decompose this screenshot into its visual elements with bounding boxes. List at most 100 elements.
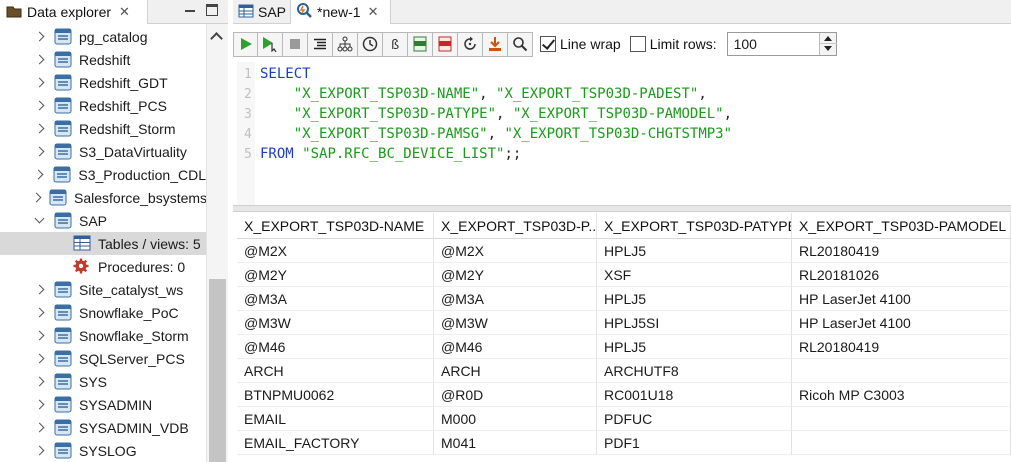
table-row[interactable]: @M2Y @M2Y XSF RL20181026 <box>237 263 1011 287</box>
spinner-up-icon[interactable] <box>823 36 832 41</box>
find-button[interactable] <box>508 31 533 57</box>
column-header[interactable]: X_EXPORT_TSP03D-PATYPE <box>597 213 792 239</box>
table-cell[interactable] <box>792 359 1011 383</box>
table-cell[interactable]: ARCH <box>237 359 434 383</box>
table-cell[interactable]: PDFUC <box>597 407 792 431</box>
chevron-right-icon[interactable] <box>33 370 45 393</box>
table-cell[interactable]: @M2X <box>434 239 597 263</box>
chevron-down-icon[interactable] <box>33 209 45 232</box>
table-cell[interactable]: RL20180419 <box>792 335 1011 359</box>
table-row[interactable]: EMAIL_FACTORY M041 PDF1 <box>237 431 1011 455</box>
tree-item-datasource[interactable]: S3_DataVirtuality <box>0 140 206 163</box>
tree-scrollbar[interactable] <box>206 24 228 462</box>
spinner-buttons[interactable] <box>818 33 837 55</box>
chevron-right-icon[interactable] <box>33 416 45 439</box>
tree-item-datasource[interactable]: SYSADMIN <box>0 393 206 416</box>
table-cell[interactable]: EMAIL <box>237 407 434 431</box>
run-step-button[interactable] <box>258 31 283 57</box>
tree-child-item[interactable]: Procedures: 0 <box>0 255 206 278</box>
limit-rows-checkbox[interactable] <box>629 36 646 52</box>
limit-rows-toggle[interactable]: Limit rows: <box>629 36 717 52</box>
export-xls-button[interactable] <box>433 31 458 57</box>
table-cell[interactable]: @M3A <box>434 287 597 311</box>
chevron-right-icon[interactable] <box>33 439 45 462</box>
chevron-right-icon[interactable] <box>33 186 40 209</box>
tree-item-datasource[interactable]: SYSLOG <box>0 439 206 462</box>
history-button[interactable] <box>358 31 383 57</box>
table-row[interactable]: @M46 @M46 HPLJ5 RL20180419 <box>237 335 1011 359</box>
chevron-right-icon[interactable] <box>33 71 45 94</box>
parameters-button[interactable]: ß <box>383 31 408 57</box>
line-wrap-checkbox[interactable] <box>540 36 556 52</box>
close-icon[interactable]: ✕ <box>368 4 379 20</box>
tree-item-datasource[interactable]: SAP <box>0 209 206 232</box>
chevron-right-icon[interactable] <box>33 94 45 117</box>
table-cell[interactable]: Ricoh MP C3003 <box>792 383 1011 407</box>
spinner-down-icon[interactable] <box>823 46 832 51</box>
run-button[interactable] <box>233 31 258 57</box>
table-row[interactable]: ARCH ARCH ARCHUTF8 <box>237 359 1011 383</box>
table-cell[interactable]: HP LaserJet 4100 <box>792 287 1011 311</box>
table-cell[interactable] <box>792 431 1011 455</box>
tree-item-datasource[interactable]: SYSADMIN_VDB <box>0 416 206 439</box>
chevron-right-icon[interactable] <box>33 140 45 163</box>
scrollbar-thumb[interactable] <box>209 279 226 462</box>
chevron-right-icon[interactable] <box>33 347 45 370</box>
chevron-right-icon[interactable] <box>33 163 44 186</box>
tab-sap[interactable]: SAP <box>233 0 291 24</box>
tree-item-datasource[interactable]: Snowflake_PoC <box>0 301 206 324</box>
chevron-right-icon[interactable] <box>33 301 45 324</box>
table-cell[interactable]: HPLJ5 <box>597 239 792 263</box>
table-cell[interactable]: EMAIL_FACTORY <box>237 431 434 455</box>
table-cell[interactable]: M041 <box>434 431 597 455</box>
tree-item-datasource[interactable]: Redshift_Storm <box>0 117 206 140</box>
table-row[interactable]: @M3A @M3A HPLJ5 HP LaserJet 4100 <box>237 287 1011 311</box>
editor-results-splitter[interactable] <box>233 205 1011 212</box>
chevron-right-icon[interactable] <box>33 278 45 301</box>
refresh-button[interactable] <box>458 31 483 57</box>
format-button[interactable] <box>308 31 333 57</box>
line-wrap-toggle[interactable]: Line wrap <box>540 36 621 52</box>
table-cell[interactable]: HP LaserJet 4100 <box>792 311 1011 335</box>
table-cell[interactable]: ARCHUTF8 <box>597 359 792 383</box>
explain-plan-button[interactable] <box>333 31 358 57</box>
table-cell[interactable]: @M2X <box>237 239 434 263</box>
stop-button[interactable] <box>283 31 308 57</box>
table-cell[interactable]: @M3A <box>237 287 434 311</box>
tree-item-datasource[interactable]: SYS <box>0 370 206 393</box>
chevron-right-icon[interactable] <box>33 48 45 71</box>
table-row[interactable]: @M3W @M3W HPLJ5SI HP LaserJet 4100 <box>237 311 1011 335</box>
chevron-right-icon[interactable] <box>33 25 45 48</box>
sql-code-editor[interactable]: 1 SELECT 2 "X_EXPORT_TSP03D-NAME", "X_EXPO… <box>237 62 1011 205</box>
table-cell[interactable]: RL20181026 <box>792 263 1011 287</box>
table-cell[interactable]: @R0D <box>434 383 597 407</box>
table-cell[interactable]: PDF1 <box>597 431 792 455</box>
close-icon[interactable]: ✕ <box>119 4 130 20</box>
table-cell[interactable]: XSF <box>597 263 792 287</box>
table-cell[interactable]: @M46 <box>237 335 434 359</box>
tab-data-explorer[interactable]: Data explorer ✕ <box>0 0 148 24</box>
tab-new-1[interactable]: *new-1 ✕ <box>291 0 391 24</box>
table-cell[interactable]: M000 <box>434 407 597 431</box>
chevron-right-icon[interactable] <box>33 324 45 347</box>
table-cell[interactable]: ARCH <box>434 359 597 383</box>
chevron-right-icon[interactable] <box>33 393 45 416</box>
tree-item-datasource[interactable]: Redshift_GDT <box>0 71 206 94</box>
table-row[interactable]: EMAIL M000 PDFUC <box>237 407 1011 431</box>
tree-item-datasource[interactable]: Redshift_PCS <box>0 94 206 117</box>
table-row[interactable]: @M2X @M2X HPLJ5 RL20180419 <box>237 239 1011 263</box>
export-csv-button[interactable] <box>408 31 433 57</box>
table-cell[interactable]: RC001U18 <box>597 383 792 407</box>
table-cell[interactable]: HPLJ5 <box>597 335 792 359</box>
tree-item-datasource[interactable]: SQLServer_PCS <box>0 347 206 370</box>
tree-item-datasource[interactable]: S3_Production_CDL <box>0 163 206 186</box>
column-header[interactable]: X_EXPORT_TSP03D-NAME <box>237 213 434 239</box>
tree-item-datasource[interactable]: Site_catalyst_ws <box>0 278 206 301</box>
tree-item-datasource[interactable]: Snowflake_Storm <box>0 324 206 347</box>
table-cell[interactable]: @M3W <box>237 311 434 335</box>
table-cell[interactable]: @M2Y <box>237 263 434 287</box>
chevron-right-icon[interactable] <box>33 117 45 140</box>
table-cell[interactable]: HPLJ5SI <box>597 311 792 335</box>
tree-item-datasource[interactable]: Redshift <box>0 48 206 71</box>
table-row[interactable]: BTNPMU0062 @R0D RC001U18 Ricoh MP C3003 <box>237 383 1011 407</box>
